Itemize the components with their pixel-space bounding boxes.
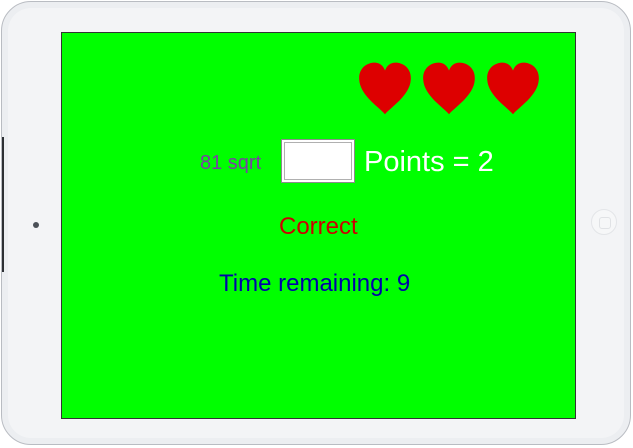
feedback-label: Correct [279, 213, 358, 240]
heart-icon [421, 61, 477, 117]
tablet-frame: 81 sqrt Points = 2 Correct Time remainin… [1, 1, 631, 445]
answer-input[interactable] [281, 139, 355, 183]
heart-icon [357, 61, 413, 117]
heart-icon [485, 61, 541, 117]
camera-icon [33, 222, 39, 228]
tablet-side-edge [2, 137, 4, 272]
game-screen: 81 sqrt Points = 2 Correct Time remainin… [61, 32, 576, 419]
timer-label: Time remaining: 9 [219, 270, 411, 297]
question-label: 81 sqrt [200, 152, 262, 174]
lives-display [355, 61, 545, 117]
points-label: Points = 2 [364, 146, 494, 178]
home-button[interactable] [591, 209, 617, 235]
